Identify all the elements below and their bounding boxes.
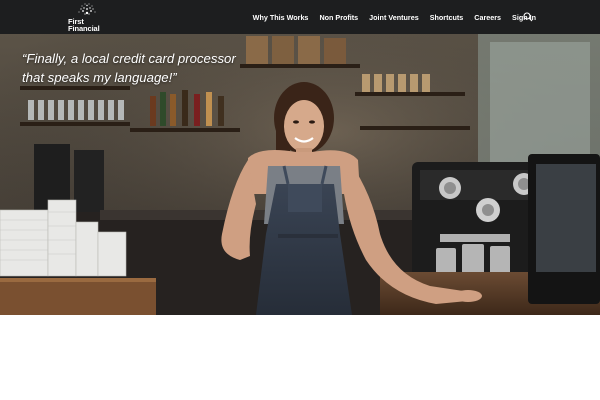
nav-non-profits[interactable]: Non Profits [319,13,358,22]
logo-line-2: Financial [68,24,100,33]
hero-banner: “Finally, a local credit card processor … [0,34,600,315]
nav-joint-ventures[interactable]: Joint Ventures [369,13,419,22]
site-header: First Financial Why This Works Non Profi… [0,0,600,34]
nav-why-this-works[interactable]: Why This Works [253,13,309,22]
logo[interactable]: First Financial [68,3,104,33]
logo-wordmark: First Financial [68,18,100,33]
hero-quote-line-1: “Finally, a local credit card processor [22,51,236,66]
hero-quote-line-2: that speaks my language!” [22,69,177,85]
nav-careers[interactable]: Careers [474,13,501,22]
content-area [0,315,600,400]
search-icon[interactable] [523,12,533,22]
nav-shortcuts[interactable]: Shortcuts [430,13,464,22]
main-nav: Why This Works Non Profits Joint Venture… [242,0,536,34]
hero-testimonial-quote: “Finally, a local credit card processor … [22,50,282,87]
